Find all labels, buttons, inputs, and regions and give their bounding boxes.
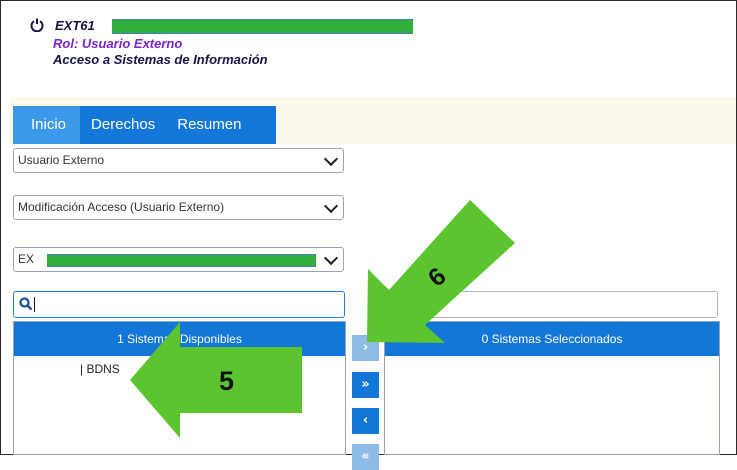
user-role: Rol: Usuario Externo [53,36,183,51]
text-caret [34,297,35,312]
move-one-right-button[interactable]: › [352,335,379,361]
available-header: 1 Sistemas Disponibles [14,322,345,356]
search-icon [19,297,33,311]
tab-derechos[interactable]: Derechos [80,106,166,144]
user-select-value: EX [18,252,35,266]
list-item-label: | BDNS [80,362,120,376]
chevron-down-icon [323,198,339,214]
move-all-left-button[interactable]: « [352,444,379,470]
user-name: EXT61 [55,18,95,33]
selected-systems-panel: 0 Sistemas Seleccionados [384,321,720,455]
operation-select[interactable]: Modificación Acceso (Usuario Externo) [13,195,344,220]
role-select[interactable]: Usuario Externo [13,148,344,173]
redacted-name [112,19,413,34]
user-select[interactable]: EX [13,247,344,272]
available-search-input[interactable] [13,291,345,318]
selected-header: 0 Sistemas Seleccionados [385,322,719,356]
move-all-right-button[interactable]: » [352,372,379,398]
chevron-down-icon [323,250,339,266]
available-systems-panel: 1 Sistemas Disponibles | BDNS [13,321,346,455]
tab-inicio[interactable]: Inicio [13,106,81,144]
chevron-down-icon [323,151,339,167]
selected-search-input[interactable] [384,291,718,318]
operation-select-value: Modificación Acceso (Usuario Externo) [18,200,225,214]
role-select-value: Usuario Externo [18,153,105,167]
logout-icon[interactable] [30,18,44,32]
tab-resumen[interactable]: Resumen [166,106,252,144]
section-title: Acceso a Sistemas de Información [53,52,268,67]
tab-bar: Inicio Derechos Resumen [13,106,276,144]
redacted-user [47,254,316,267]
move-one-left-button[interactable]: ‹ [352,408,379,434]
